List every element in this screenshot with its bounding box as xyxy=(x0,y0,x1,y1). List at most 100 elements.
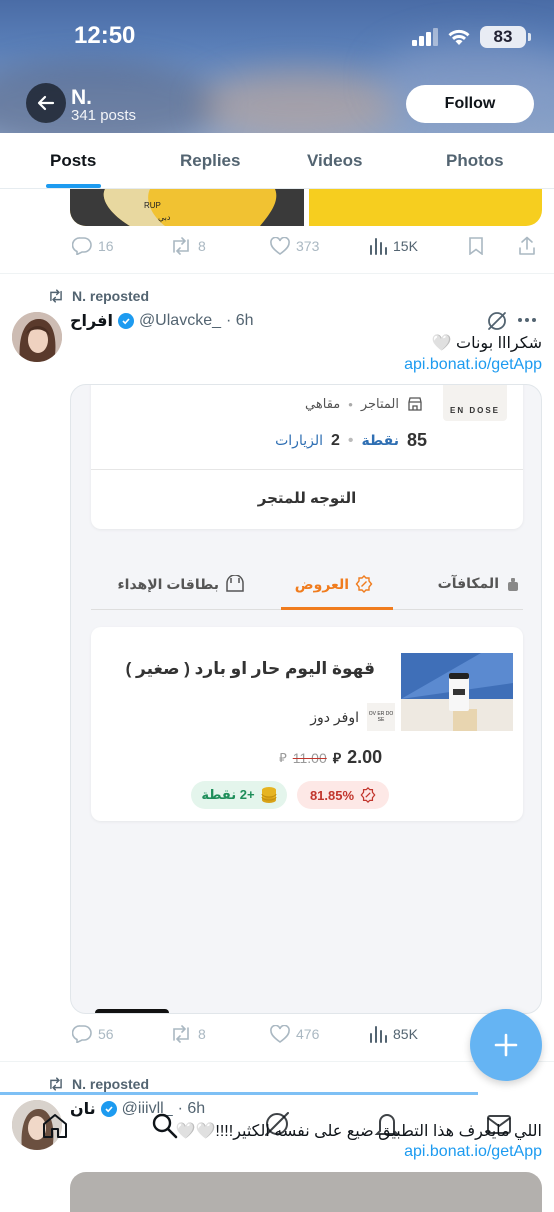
tab-videos[interactable]: Videos xyxy=(307,151,362,171)
active-tab-indicator xyxy=(46,184,101,188)
author-handle: @Ulavcke_ xyxy=(138,312,221,329)
post-text: شكرااا بونات 🤍 xyxy=(431,335,542,352)
status-time: 12:50 xyxy=(74,22,136,49)
plus-icon xyxy=(494,1033,518,1057)
profile-tabs: Posts Replies Videos Photos xyxy=(0,133,554,189)
reply-count: 16 xyxy=(98,238,114,254)
offer-title: قهوة اليوم حار او بارد ( صغير ) xyxy=(125,659,375,678)
offer-price: ⃁ 11.00 ⃁ 2.00 xyxy=(279,747,383,767)
search-icon[interactable] xyxy=(150,1111,180,1141)
repost-icon xyxy=(173,1025,189,1043)
repost-indicator: N. reposted xyxy=(48,288,149,304)
views-count: 85K xyxy=(393,1026,418,1042)
author-name: افراح xyxy=(70,313,113,330)
heart-icon xyxy=(270,237,290,255)
home-icon[interactable] xyxy=(40,1111,70,1141)
like-action[interactable]: 476 xyxy=(270,1025,319,1043)
points-earned: +2 نقطة xyxy=(201,787,255,802)
reposted-by: N. reposted xyxy=(72,1076,150,1092)
arrow-left-icon xyxy=(37,95,55,111)
rewards-tab-label: المكافآت xyxy=(437,575,499,591)
map-label: دبي xyxy=(158,213,171,222)
tab-photos[interactable]: Photos xyxy=(446,151,504,171)
go-to-store-button[interactable]: التوجه للمتجر xyxy=(91,489,523,507)
store-category: المتاجر • مقاهي xyxy=(305,396,423,412)
points-label: نقطة xyxy=(361,432,399,448)
signal-icon xyxy=(412,28,438,46)
like-action[interactable]: 373 xyxy=(270,237,319,255)
discount-badge-icon xyxy=(355,575,373,593)
offer-store-name: اوفر دوز xyxy=(310,708,359,725)
reply-action[interactable]: 16 xyxy=(72,237,114,255)
visits-value: 2 xyxy=(330,431,340,449)
repost-indicator: N. reposted xyxy=(48,1076,149,1092)
category-label: المتاجر xyxy=(360,396,399,411)
battery-indicator: 83 xyxy=(480,26,531,48)
post-divider xyxy=(0,273,554,274)
points-badge: +2 نقطة xyxy=(191,781,287,809)
gift-card-icon xyxy=(226,575,244,592)
offer-card[interactable]: قهوة اليوم حار او بارد ( صغير ) OV ER DO… xyxy=(91,627,523,821)
views-count: 15K xyxy=(393,238,418,254)
bottom-nav xyxy=(0,1094,554,1200)
offer-store: OV ER DO SE اوفر دوز xyxy=(310,703,395,731)
active-offers-indicator xyxy=(281,607,393,610)
store-card: EN DOSE المتاجر • مقاهي 85 نقطة • 2 الزي… xyxy=(91,385,523,529)
offers-tab-label: العروض xyxy=(294,575,349,592)
reply-count: 56 xyxy=(98,1026,114,1042)
repost-count: 8 xyxy=(198,238,206,254)
notifications-icon[interactable] xyxy=(372,1109,402,1139)
points-value: 85 xyxy=(406,430,427,450)
prev-post-image-map[interactable]: RUP دبي xyxy=(70,189,304,226)
repost-count: 8 xyxy=(198,1026,206,1042)
messages-icon[interactable] xyxy=(484,1109,514,1139)
repost-icon xyxy=(50,1077,62,1091)
visits-label: الزيارات xyxy=(275,432,323,448)
back-button[interactable] xyxy=(26,83,66,123)
status-icons: 83 xyxy=(412,26,531,48)
follow-button[interactable]: Follow xyxy=(406,85,534,123)
bookmark-icon[interactable] xyxy=(468,237,484,255)
discount-value: 81.85% xyxy=(309,787,355,803)
post-divider xyxy=(0,1061,554,1062)
post-time: · 6h xyxy=(225,312,254,329)
views-action[interactable]: 85K xyxy=(369,1025,418,1043)
rewards-tab[interactable]: المكافآت xyxy=(438,575,521,592)
map-label: RUP xyxy=(144,201,161,210)
grok-icon[interactable] xyxy=(262,1109,292,1139)
reposted-by: N. reposted xyxy=(72,288,150,304)
repost-action[interactable]: 8 xyxy=(170,1025,206,1043)
store-stats: 85 نقطة • 2 الزيارات xyxy=(275,430,427,450)
old-price: 11.00 xyxy=(292,749,327,766)
gift-cards-tab-label: بطاقات الإهداء xyxy=(117,575,219,592)
category-value: مقاهي xyxy=(305,396,341,411)
post-count: 341 posts xyxy=(71,107,137,124)
share-icon[interactable] xyxy=(518,236,536,256)
offer-store-logo: OV ER DO SE xyxy=(367,703,395,731)
compose-button[interactable] xyxy=(470,1009,542,1081)
like-count: 373 xyxy=(296,238,320,254)
views-icon xyxy=(370,1026,387,1043)
post-link[interactable]: api.bonat.io/getApp xyxy=(404,356,542,374)
reply-icon xyxy=(72,1025,92,1043)
discount-badge: 81.85% xyxy=(297,781,389,809)
offers-tab[interactable]: العروض xyxy=(295,575,373,593)
repost-action[interactable]: 8 xyxy=(170,237,206,255)
heart-icon xyxy=(270,1025,290,1043)
grok-icon[interactable] xyxy=(486,310,508,332)
overlay-tab xyxy=(95,1009,169,1013)
more-options-icon[interactable] xyxy=(518,318,536,322)
post-image[interactable]: EN DOSE المتاجر • مقاهي 85 نقطة • 2 الزي… xyxy=(70,384,542,1014)
reply-icon xyxy=(72,237,92,255)
reply-action[interactable]: 56 xyxy=(72,1025,114,1043)
like-count: 476 xyxy=(296,1026,320,1042)
avatar[interactable] xyxy=(12,312,62,362)
tab-posts[interactable]: Posts xyxy=(50,151,96,171)
views-action[interactable]: 15K xyxy=(369,237,418,255)
prev-post-image-yellow[interactable] xyxy=(309,189,542,226)
coins-icon xyxy=(261,787,277,803)
gift-cards-tab[interactable]: بطاقات الإهداء xyxy=(117,575,245,593)
post-author[interactable]: افراح @Ulavcke_ · 6h xyxy=(70,311,254,331)
tab-replies[interactable]: Replies xyxy=(180,151,240,171)
store-logo: EN DOSE xyxy=(443,385,507,421)
